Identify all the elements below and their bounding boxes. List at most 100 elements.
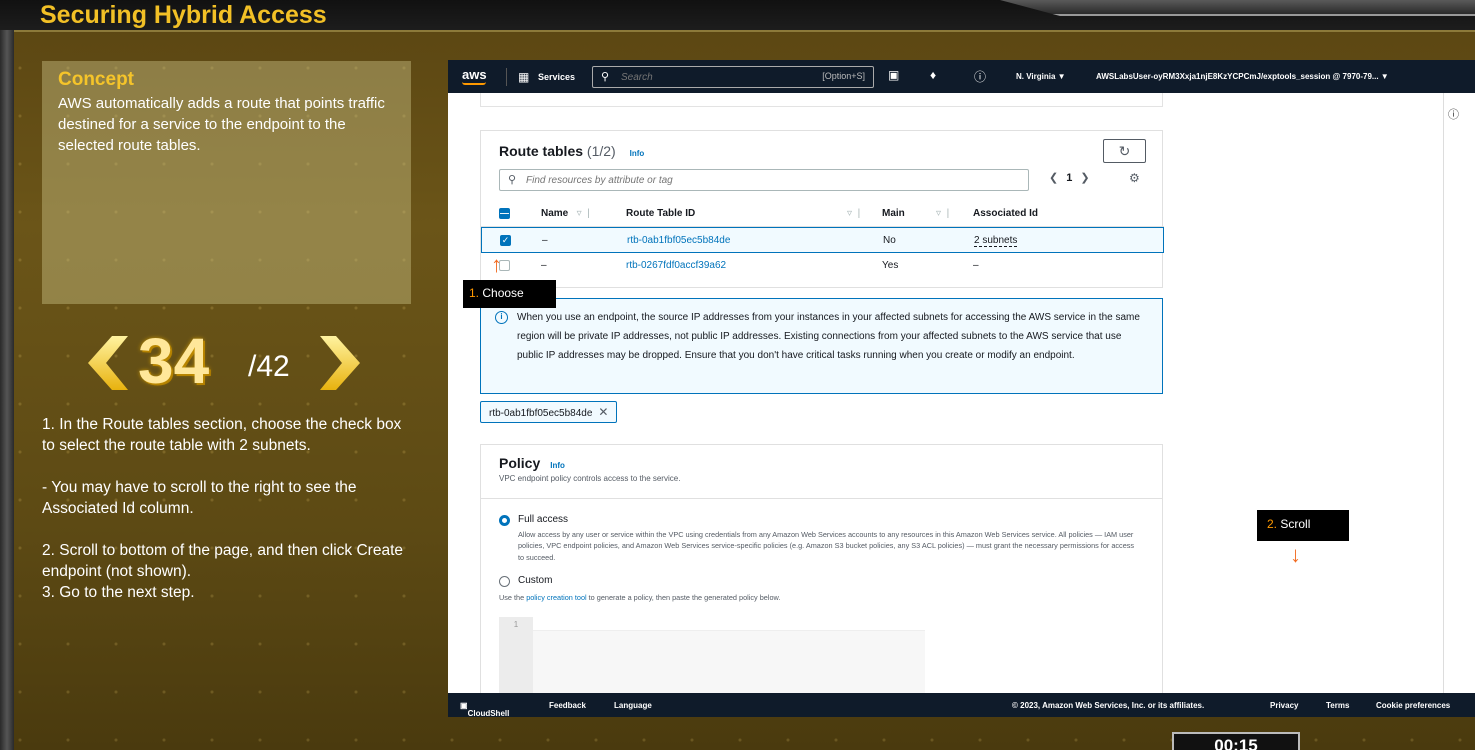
aws-logo-smile (462, 82, 486, 85)
row-name: – (542, 235, 548, 246)
footer-cookie-preferences[interactable]: Cookie preferences (1376, 701, 1450, 710)
footer-language[interactable]: Language (614, 701, 652, 710)
route-tables-filter[interactable]: ⚲ (499, 169, 1029, 191)
full-access-description: Allow access by any user or service with… (518, 530, 1135, 562)
row-associated-id[interactable]: 2 subnets (974, 235, 1018, 247)
info-panel-icon[interactable]: ⓘ (1448, 106, 1459, 122)
lesson-title: Securing Hybrid Access (40, 1, 327, 29)
column-associated-id[interactable]: Associated Id (973, 208, 1038, 219)
step-current: 34 (138, 325, 210, 397)
full-access-radio[interactable] (499, 515, 510, 526)
instruction-2: 2. Scroll to bottom of the page, and the… (42, 542, 404, 580)
concept-title: Concept (58, 69, 134, 90)
step-total: /42 (248, 350, 290, 383)
full-access-label[interactable]: Full access (518, 514, 568, 525)
step-counter: 34 /42 (88, 325, 368, 400)
choose-arrow-icon: ↑ (491, 252, 502, 277)
instruction-1: 1. In the Route tables section, choose t… (42, 416, 402, 454)
scroll-arrow-icon: ↓ (1290, 542, 1301, 567)
row-route-table-id[interactable]: rtb-0ab1fbf05ec5b84de (627, 235, 730, 246)
cloudshell-icon[interactable]: ▣ (888, 68, 899, 82)
row-main: Yes (882, 260, 899, 271)
search-shortcut: [Option+S] (822, 71, 865, 81)
page-number[interactable]: 1 (1066, 172, 1072, 184)
select-all-checkbox[interactable]: — (499, 208, 510, 219)
column-route-table-id[interactable]: Route Table ID (626, 208, 695, 219)
filter-search-icon: ⚲ (508, 174, 517, 186)
title-bar-decoration (1000, 0, 1475, 16)
step-instructions: 1. In the Route tables section, choose t… (42, 414, 412, 603)
route-tables-panel: Route tables (1/2) Info ↻ ⚲ ❮ 1 ❯ ⚙ — Name… (480, 130, 1164, 288)
row-checkbox-selected[interactable]: ✓ (500, 235, 511, 246)
account-menu[interactable]: AWSLabsUser-oyRM3Xxja1njE8KzYCPCmJ/expto… (1096, 72, 1389, 81)
help-panel-divider (1443, 93, 1444, 693)
editor-line[interactable] (533, 617, 925, 631)
footer-terms[interactable]: Terms (1326, 701, 1349, 710)
filter-input[interactable] (526, 172, 1006, 188)
aws-top-nav: aws ▦ Services ⚲ [Option+S] ▣ ♦ ⓘ N. Vir… (448, 60, 1475, 93)
pagination: ❮ 1 ❯ (1049, 171, 1090, 184)
footer-cloudshell[interactable]: ▣ CloudShell (460, 701, 509, 717)
table-row[interactable]: ✓ – rtb-0ab1fbf05ec5b84de No 2 subnets (481, 227, 1164, 253)
services-menu[interactable]: Services (538, 72, 575, 82)
aws-search[interactable]: ⚲ [Option+S] (592, 66, 874, 88)
custom-description: Use the policy creation tool to generate… (499, 593, 781, 602)
footer-feedback[interactable]: Feedback (549, 701, 586, 710)
column-main[interactable]: Main (882, 208, 905, 219)
nav-divider (506, 68, 507, 86)
remove-token-icon[interactable]: ✕ (598, 405, 608, 419)
lesson-timer: 00:15 (1172, 732, 1300, 750)
endpoint-info-alert: i When you use an endpoint, the source I… (480, 298, 1163, 394)
table-row[interactable]: – rtb-0267fdf0accf39a62 Yes – (481, 253, 1164, 279)
services-grid-icon[interactable]: ▦ (518, 70, 529, 84)
route-tables-count: (1/2) (586, 143, 616, 159)
callout-scroll: 2. Scroll (1257, 510, 1349, 541)
refresh-button[interactable]: ↻ (1103, 139, 1146, 163)
info-icon: i (495, 311, 508, 324)
prev-page-icon[interactable]: ❮ (1049, 172, 1058, 184)
policy-editor[interactable]: 1 (499, 617, 925, 705)
column-name[interactable]: Name ▿ | (541, 208, 590, 219)
custom-radio[interactable] (499, 576, 510, 587)
instruction-3: 3. Go to the next step. (42, 584, 195, 601)
aws-logo[interactable]: aws (462, 67, 487, 82)
instruction-note: - You may have to scroll to the right to… (42, 479, 357, 517)
row-associated-id: – (973, 260, 979, 271)
selected-route-table-token: rtb-0ab1fbf05ec5b84de ✕ (480, 401, 618, 423)
next-step-arrow-icon[interactable] (320, 336, 360, 390)
alert-text: When you use an endpoint, the source IP … (517, 312, 1140, 361)
help-icon[interactable]: ⓘ (974, 68, 986, 85)
editor-line-number: 1 (499, 617, 533, 705)
column-main-sort-icon[interactable]: ▿ | (936, 208, 949, 219)
callout-choose: 1. Choose (463, 280, 556, 308)
aws-search-input[interactable] (621, 69, 781, 85)
policy-title: Policy Info (499, 455, 565, 471)
custom-label[interactable]: Custom (518, 575, 552, 586)
policy-header: Policy Info VPC endpoint policy controls … (481, 445, 1162, 499)
footer-privacy[interactable]: Privacy (1270, 701, 1298, 710)
region-selector[interactable]: N. Virginia ▼ (1016, 72, 1066, 81)
next-page-icon[interactable]: ❯ (1080, 172, 1089, 184)
policy-description: VPC endpoint policy controls access to t… (499, 474, 681, 483)
left-frame-rail (0, 30, 14, 750)
policy-panel: Policy Info VPC endpoint policy controls … (480, 444, 1163, 705)
column-sort-icon[interactable]: ▿ | (847, 208, 860, 219)
previous-panel-edge (480, 93, 1163, 107)
policy-info-link[interactable]: Info (550, 461, 565, 470)
previous-step-arrow-icon[interactable] (88, 336, 128, 390)
aws-console-screenshot: aws ▦ Services ⚲ [Option+S] ▣ ♦ ⓘ N. Vir… (448, 60, 1475, 717)
table-settings-icon[interactable]: ⚙ (1129, 171, 1140, 185)
route-tables-info-link[interactable]: Info (630, 149, 645, 158)
table-header: — Name ▿ | Route Table ID ▿ | Main ▿ | A… (481, 201, 1164, 227)
lesson-title-bar: Securing Hybrid Access (0, 0, 1475, 32)
footer-copyright: © 2023, Amazon Web Services, Inc. or its… (1012, 701, 1205, 710)
row-main: No (883, 235, 896, 246)
policy-creation-tool-link[interactable]: policy creation tool (526, 593, 586, 602)
aws-footer: ▣ CloudShell Feedback Language © 2023, A… (448, 693, 1475, 717)
route-tables-title: Route tables (1/2) Info (499, 143, 645, 159)
row-name: – (541, 260, 547, 271)
concept-body: AWS automatically adds a route that poin… (58, 95, 385, 154)
search-icon: ⚲ (601, 71, 610, 83)
bell-icon[interactable]: ♦ (930, 68, 936, 82)
row-route-table-id[interactable]: rtb-0267fdf0accf39a62 (626, 260, 726, 271)
